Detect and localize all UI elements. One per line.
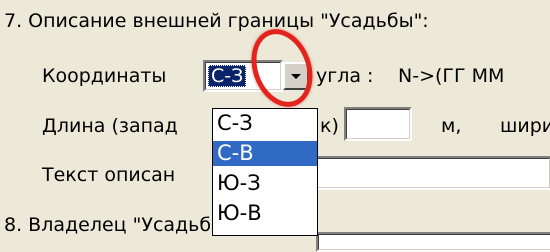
coords-dropdown-list: С-З С-В Ю-З Ю-В <box>212 108 318 236</box>
owner-input[interactable] <box>316 232 550 252</box>
length-input[interactable] <box>344 107 412 141</box>
dropdown-option-ne[interactable]: С-В <box>213 141 317 166</box>
dropdown-option-nw[interactable]: С-З <box>213 111 317 136</box>
form-window: { "section7": { "label": "7. Описание вн… <box>0 0 550 252</box>
dropdown-option-sw[interactable]: Ю-З <box>213 171 317 196</box>
angle-format-label: N->(ГГ ММ <box>398 65 505 87</box>
width-label: шири <box>500 115 550 137</box>
text-description-label: Текст описан <box>42 164 176 186</box>
section-8-label: 8. Владелец "Усадьбы": <box>4 214 242 236</box>
highlight-circle <box>241 20 323 116</box>
dropdown-option-se[interactable]: Ю-В <box>213 201 317 226</box>
unit-meters-label: м, <box>441 115 462 137</box>
length-label: Длина (запад <box>42 115 178 137</box>
coords-combobox-value: С-З <box>208 65 247 87</box>
angle-label: угла : <box>316 65 374 87</box>
text-description-input[interactable] <box>312 156 550 190</box>
coords-label: Координаты <box>42 65 167 87</box>
section-7-label: 7. Описание внешней границы "Усадьбы": <box>4 10 429 32</box>
length-label-suffix: к) <box>320 115 339 137</box>
